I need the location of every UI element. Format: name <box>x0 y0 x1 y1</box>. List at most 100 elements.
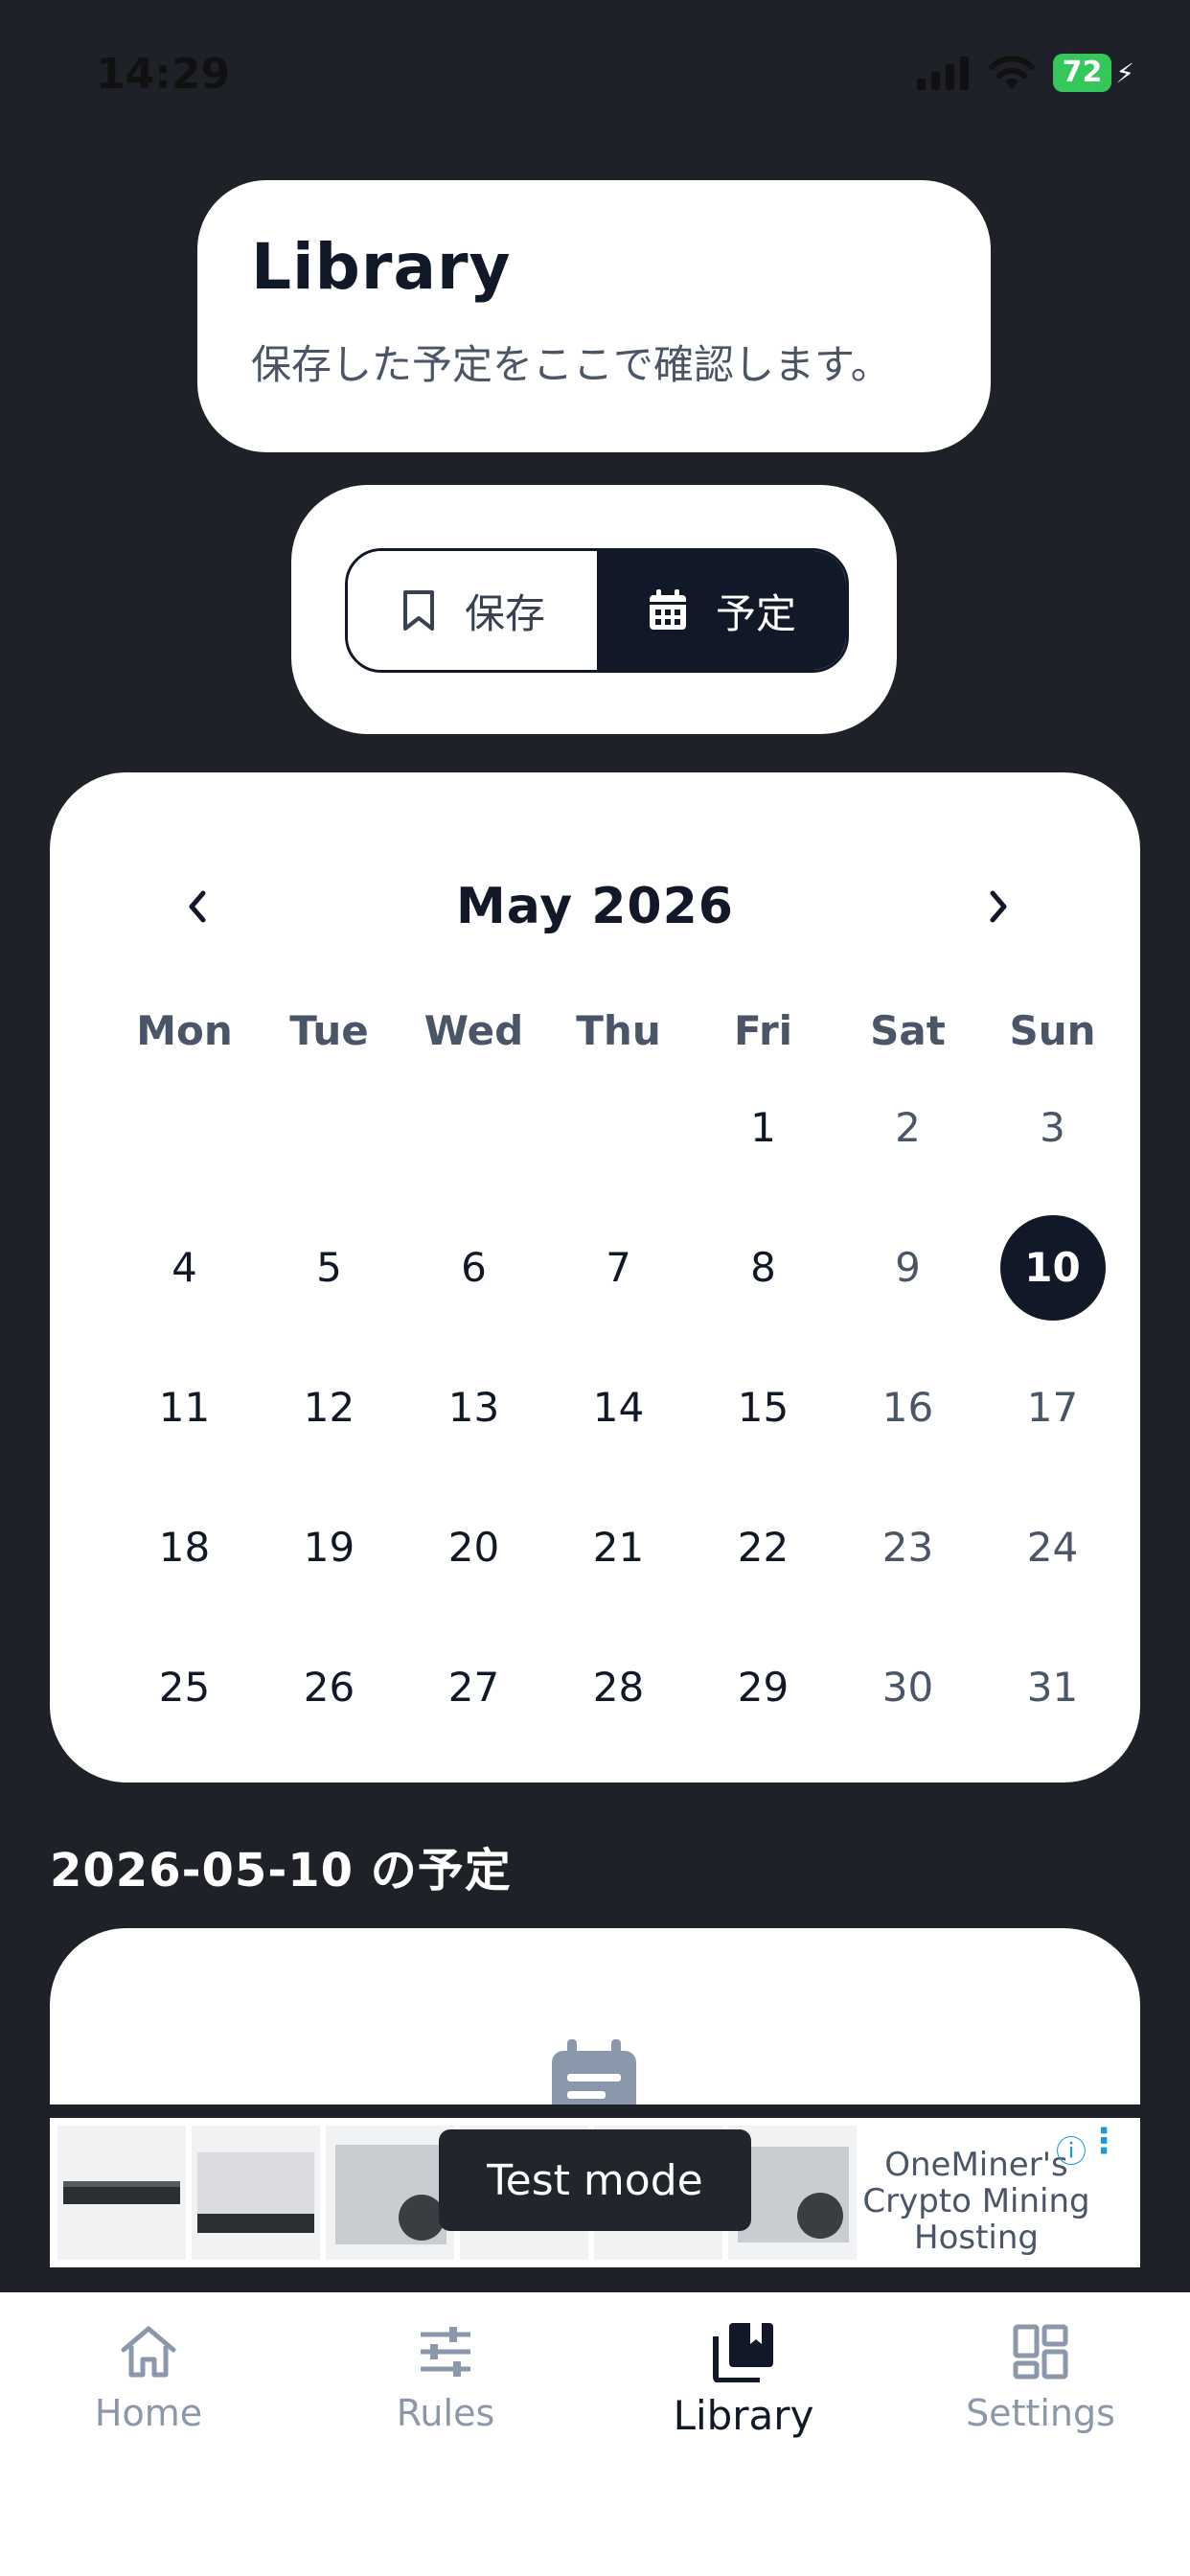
week-row: 11 12 13 14 15 16 17 <box>112 1338 1126 1478</box>
segment-control: 保存 予定 <box>345 548 849 673</box>
nav-library-label: Library <box>673 2392 814 2439</box>
dashboard-icon <box>1013 2324 1068 2380</box>
day-cell[interactable]: 28 <box>546 1618 691 1758</box>
day-cell[interactable]: 21 <box>546 1478 691 1618</box>
day-cell[interactable]: 27 <box>401 1618 546 1758</box>
day-cell[interactable]: 13 <box>401 1338 546 1478</box>
day-cell[interactable]: 12 <box>257 1338 401 1478</box>
day-number: 22 <box>737 1524 790 1571</box>
day-number: 28 <box>592 1664 645 1711</box>
day-cell <box>112 1058 257 1198</box>
wifi-icon <box>988 56 1035 89</box>
day-cell[interactable]: 4 <box>112 1198 257 1338</box>
saved-tab-label: 保存 <box>464 589 545 637</box>
day-cell[interactable]: 14 <box>546 1338 691 1478</box>
day-number: 6 <box>461 1244 487 1291</box>
day-number: 24 <box>1026 1524 1079 1571</box>
saved-tab[interactable]: 保存 <box>348 551 597 670</box>
schedule-tab[interactable]: 予定 <box>597 551 846 670</box>
day-number: 4 <box>172 1244 197 1291</box>
day-cell <box>401 1058 546 1198</box>
nav-rules[interactable]: Rules <box>331 2321 561 2434</box>
nav-library[interactable]: Library <box>629 2321 858 2439</box>
ad-more-icon[interactable]: ⋮ <box>1087 2122 1121 2161</box>
calendar-card: May 2026 Mon Tue Wed Thu Fri Sat Sun 123… <box>50 772 1140 1782</box>
day-cell[interactable]: 16 <box>835 1338 980 1478</box>
week-row: 25 26 27 28 29 30 31 <box>112 1618 1126 1758</box>
day-number: 25 <box>158 1664 211 1711</box>
day-cell[interactable]: 17 <box>980 1338 1125 1478</box>
day-number: 31 <box>1026 1664 1079 1711</box>
day-cell[interactable]: 20 <box>401 1478 546 1618</box>
day-number: 5 <box>316 1244 342 1291</box>
day-number: 2 <box>895 1104 921 1151</box>
day-number: 30 <box>881 1664 934 1711</box>
calendar-days: 1 2 3 4 5 6 7 8 9 10 11 12 13 14 15 16 17 18 19 20 21 22 23 24 2… <box>112 1058 1126 1758</box>
day-cell[interactable]: 19 <box>257 1478 401 1618</box>
library-icon <box>713 2323 773 2382</box>
bookmark-icon <box>402 590 434 631</box>
day-cell[interactable]: 8 <box>691 1198 835 1338</box>
bottom-nav: Home Rules Library Settings <box>0 2292 1190 2576</box>
ad-info-icon[interactable]: ⓘ <box>1056 2128 1087 2172</box>
day-cell[interactable]: 24 <box>980 1478 1125 1618</box>
status-time: 14:29 <box>96 50 231 99</box>
day-cell[interactable]: 2 <box>835 1058 980 1198</box>
day-number: 29 <box>737 1664 790 1711</box>
ad-image <box>192 2126 320 2260</box>
day-number: 1 <box>750 1104 776 1151</box>
day-cell[interactable]: 15 <box>691 1338 835 1478</box>
page-subtitle: 保存した予定をここで確認します。 <box>251 341 891 388</box>
day-cell[interactable]: 5 <box>257 1198 401 1338</box>
segment-card: 保存 予定 <box>291 485 897 734</box>
day-number: 7 <box>606 1244 631 1291</box>
day-cell[interactable]: 29 <box>691 1618 835 1758</box>
schedule-tab-label: 予定 <box>715 589 796 637</box>
selected-day: 10 <box>999 1215 1106 1321</box>
calendar-empty-icon <box>552 2039 636 2104</box>
nav-settings[interactable]: Settings <box>926 2321 1156 2434</box>
day-number: 26 <box>303 1664 355 1711</box>
day-cell[interactable]: 11 <box>112 1338 257 1478</box>
calendar-icon <box>649 589 686 630</box>
week-row: 4 5 6 7 8 9 10 <box>112 1198 1126 1338</box>
day-cell[interactable]: 26 <box>257 1618 401 1758</box>
day-number: 19 <box>303 1524 355 1571</box>
day-cell[interactable]: 3 <box>980 1058 1125 1198</box>
day-cell[interactable]: 30 <box>835 1618 980 1758</box>
day-cell[interactable]: 18 <box>112 1478 257 1618</box>
day-cell[interactable]: 22 <box>691 1478 835 1618</box>
next-month-button[interactable] <box>960 868 1037 945</box>
nav-home[interactable]: Home <box>34 2321 263 2434</box>
day-cell[interactable]: 25 <box>112 1618 257 1758</box>
nav-rules-label: Rules <box>396 2392 495 2434</box>
schedule-section-title: 2026-05-10 の予定 <box>50 1844 512 1898</box>
day-cell[interactable]: 1 <box>691 1058 835 1198</box>
day-number: 11 <box>158 1384 211 1431</box>
day-cell[interactable]: 10 <box>980 1198 1125 1338</box>
day-number: 12 <box>303 1384 355 1431</box>
day-cell[interactable]: 9 <box>835 1198 980 1338</box>
day-number: 13 <box>447 1384 500 1431</box>
calendar-grid: Mon Tue Wed Thu Fri Sat Sun 1 2 3 4 5 6 7 8 9 10 1… <box>112 993 1126 1758</box>
day-number: 9 <box>895 1244 921 1291</box>
day-number: 16 <box>881 1384 934 1431</box>
test-mode-toast: Test mode <box>439 2129 751 2231</box>
calendar-header: May 2026 <box>50 868 1140 945</box>
home-icon <box>121 2326 176 2378</box>
status-icons: 72 ⚡ <box>916 54 1134 92</box>
sliders-icon <box>421 2327 470 2377</box>
charging-icon: ⚡ <box>1115 57 1134 89</box>
day-cell[interactable]: 7 <box>546 1198 691 1338</box>
ad-image <box>57 2126 186 2260</box>
day-cell[interactable]: 6 <box>401 1198 546 1338</box>
day-number: 20 <box>447 1524 500 1571</box>
week-row: 1 2 3 <box>112 1058 1126 1198</box>
day-cell[interactable]: 31 <box>980 1618 1125 1758</box>
nav-settings-label: Settings <box>966 2392 1115 2434</box>
week-row: 18 19 20 21 22 23 24 <box>112 1478 1126 1618</box>
day-cell <box>546 1058 691 1198</box>
header-card: Library 保存した予定をここで確認します。 <box>197 180 991 452</box>
day-cell[interactable]: 23 <box>835 1478 980 1618</box>
day-number: 27 <box>447 1664 500 1711</box>
